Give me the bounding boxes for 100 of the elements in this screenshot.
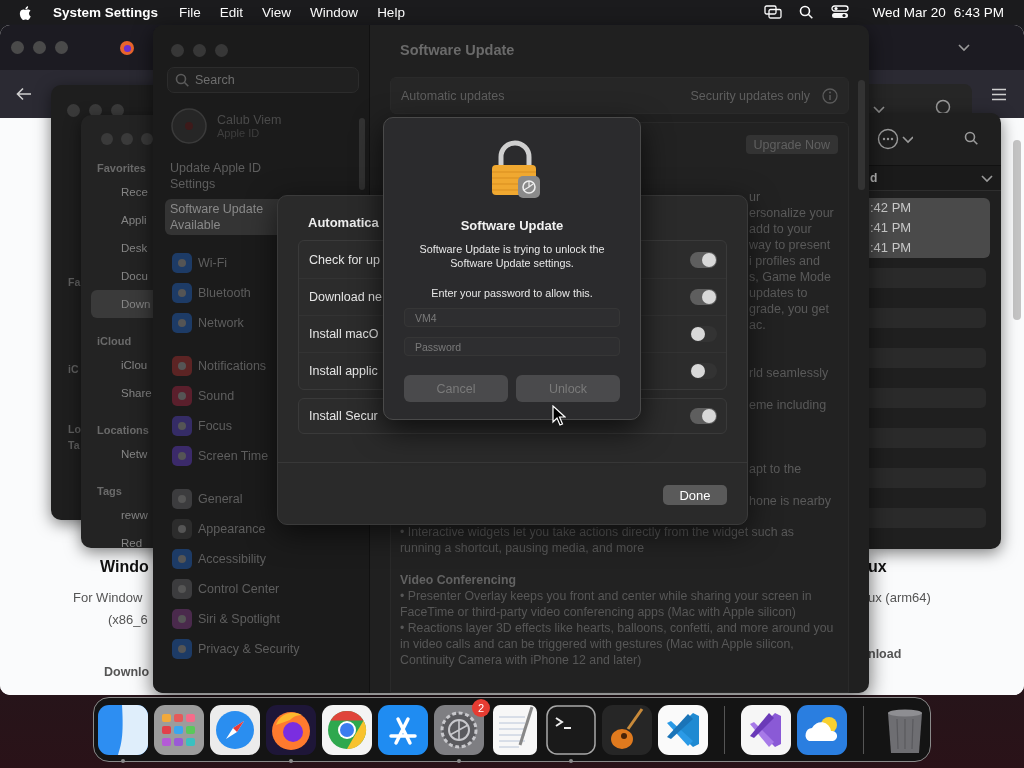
- sidebar-item[interactable]: iClou: [91, 351, 153, 379]
- pane-icon: [172, 446, 192, 466]
- chevron-icon[interactable]: [872, 104, 886, 115]
- app-menu[interactable]: System Settings: [53, 4, 159, 20]
- file-row[interactable]: :41 PM: [869, 238, 990, 258]
- username-field[interactable]: VM4: [404, 308, 620, 327]
- sidebar-heading: iC: [68, 362, 79, 377]
- dialog-message: Software Update is trying to unlock the Software Update settings.: [418, 242, 606, 270]
- toggle-switch[interactable]: [690, 363, 717, 379]
- screen-mirroring-icon[interactable]: [764, 5, 783, 19]
- column-title: d: [870, 171, 878, 185]
- weather-icon[interactable]: [797, 704, 847, 755]
- firefox-icon[interactable]: [119, 39, 135, 56]
- download-link[interactable]: nload: [868, 643, 902, 665]
- menu-icon[interactable]: [991, 87, 1007, 101]
- chevron-icon[interactable]: [901, 134, 913, 144]
- card-heading: ux: [868, 557, 887, 577]
- search-icon[interactable]: [799, 4, 815, 20]
- control-center-icon[interactable]: [831, 5, 850, 19]
- menu-item[interactable]: Help: [377, 4, 405, 20]
- note-text: updates to: [749, 285, 808, 301]
- sidebar-item[interactable]: Docu: [91, 262, 153, 290]
- gear-icon[interactable]: [434, 704, 484, 755]
- card-subtitle: (x86_6: [108, 611, 148, 629]
- sidebar-item[interactable]: Appli: [91, 206, 153, 234]
- search-icon[interactable]: [964, 131, 980, 147]
- file-row[interactable]: :41 PM: [869, 218, 990, 238]
- pane-icon: [172, 519, 192, 539]
- chrome-icon[interactable]: [322, 704, 372, 755]
- pane-icon: [172, 283, 192, 303]
- sidebar-item[interactable]: Update Apple ID Settings: [165, 158, 361, 194]
- setting-label: Install applic: [309, 364, 378, 378]
- setting-label: Install macO: [309, 327, 379, 341]
- download-link[interactable]: Downlo: [104, 661, 150, 683]
- menu-item[interactable]: View: [262, 4, 292, 20]
- notification-badge: 2: [472, 698, 490, 717]
- toggle-switch[interactable]: [690, 408, 717, 424]
- menu-item[interactable]: Edit: [219, 4, 244, 20]
- sidebar-item[interactable]: Share: [91, 379, 153, 407]
- menu-item[interactable]: Window: [310, 4, 359, 20]
- launchpad-icon[interactable]: [154, 704, 204, 755]
- sidebar-item[interactable]: Control Center: [165, 574, 361, 604]
- scrollbar[interactable]: [359, 118, 365, 190]
- circle-icon[interactable]: [935, 99, 951, 115]
- sidebar-heading: Ta: [68, 438, 80, 453]
- sidebar-item[interactable]: Rece: [91, 178, 153, 206]
- terminal-icon[interactable]: [546, 704, 596, 755]
- setting-value: Security updates only: [690, 88, 810, 103]
- sidebar-item[interactable]: Accessibility: [165, 544, 361, 574]
- pane-icon: [172, 639, 192, 659]
- text-editor-icon[interactable]: [490, 704, 540, 755]
- toggle-switch[interactable]: [690, 326, 717, 342]
- sidebar-heading: Locations: [96, 423, 149, 438]
- firefox-icon[interactable]: [266, 704, 316, 755]
- menu-item[interactable]: File: [179, 4, 201, 20]
- guitar-icon[interactable]: [602, 704, 652, 755]
- card-heading: Windo: [100, 557, 149, 577]
- note-heading: Video Conferencing: [400, 572, 517, 588]
- back-arrow-icon[interactable]: [16, 87, 32, 101]
- menu-bar-clock: 6:43 PM: [953, 4, 1004, 20]
- toggle-switch[interactable]: [690, 289, 717, 305]
- file-row[interactable]: :42 PM: [869, 198, 990, 218]
- done-button[interactable]: Done: [663, 485, 727, 505]
- sidebar-item[interactable]: Appearance: [165, 514, 361, 544]
- pane-icon: [172, 356, 192, 376]
- password-field[interactable]: Password: [404, 337, 620, 356]
- apple-logo-icon[interactable]: [19, 3, 33, 21]
- sidebar-item[interactable]: reww: [91, 501, 153, 529]
- sidebar-heading: iCloud: [96, 334, 132, 349]
- column-header[interactable]: d: [869, 165, 1001, 191]
- more-options-icon[interactable]: [877, 128, 899, 150]
- pane-icon: [172, 579, 192, 599]
- dialog-title: Software Update: [460, 218, 564, 233]
- window-title: Software Update: [399, 41, 515, 60]
- note-text: ersonalize your: [749, 205, 834, 221]
- chevron-icon[interactable]: [957, 42, 971, 53]
- toggle-switch[interactable]: [690, 251, 717, 268]
- pane-icon: [172, 489, 192, 509]
- pane-icon: [172, 313, 192, 333]
- sidebar-item[interactable]: Down: [91, 290, 153, 318]
- setting-label: Automatic updates: [401, 88, 505, 103]
- app-store-icon[interactable]: [378, 704, 428, 755]
- scrollbar[interactable]: [1013, 140, 1021, 320]
- sidebar-item[interactable]: Siri & Spotlight: [165, 604, 361, 634]
- compass-icon[interactable]: [210, 704, 260, 755]
- setting-label: Install Secur: [309, 409, 378, 423]
- sidebar-item[interactable]: Netw: [91, 440, 153, 468]
- search-field[interactable]: Search: [167, 67, 359, 93]
- pane-icon: [172, 549, 192, 569]
- code-editor-icon[interactable]: [658, 704, 708, 755]
- cursor-icon: [552, 405, 566, 426]
- sidebar-item[interactable]: Desk: [91, 234, 153, 262]
- chevron-icon: [980, 172, 994, 184]
- sidebar-item[interactable]: Privacy & Security: [165, 634, 361, 664]
- pane-icon: [172, 416, 192, 436]
- sidebar-item[interactable]: Red: [91, 529, 153, 548]
- sidebar-heading: Lo: [68, 422, 81, 437]
- pane-icon: [172, 253, 192, 273]
- sidebar-heading: Tags: [96, 484, 122, 499]
- pane-icon: [172, 386, 192, 406]
